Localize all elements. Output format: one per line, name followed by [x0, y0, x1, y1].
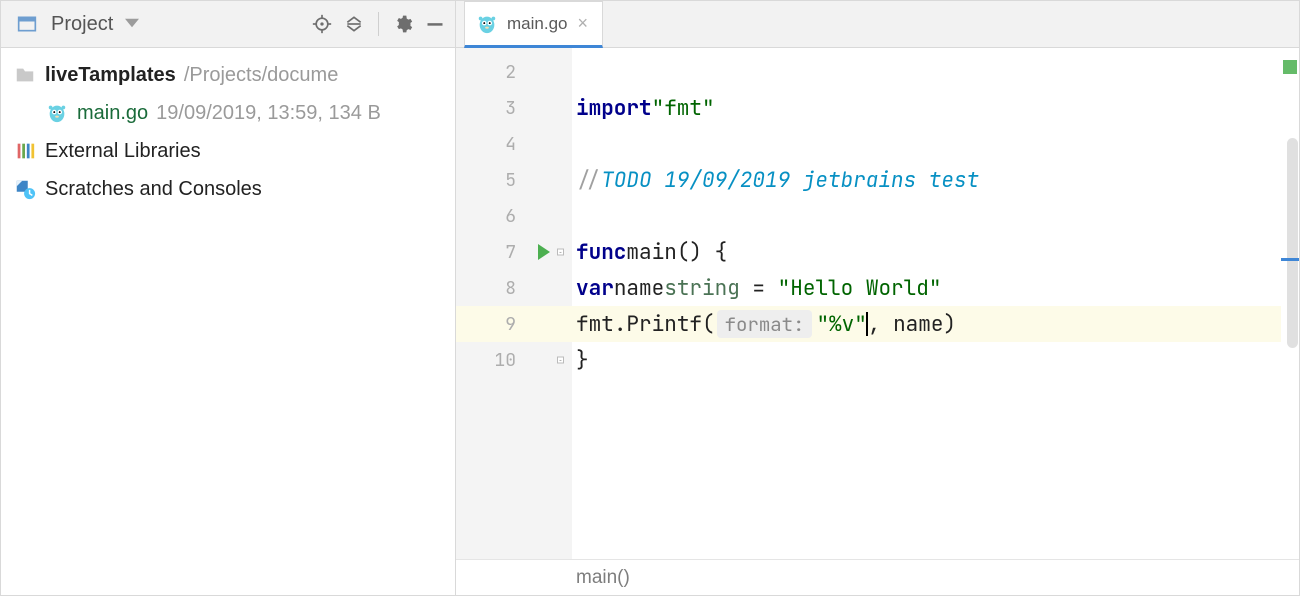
scratches-icon [13, 177, 37, 201]
file-row-main-go[interactable]: main.go 19/09/2019, 13:59, 134 B [1, 94, 455, 132]
toolbar-separator [378, 12, 379, 36]
app-root: Project liveTamp [0, 0, 1300, 596]
code-line: import "fmt" [572, 90, 1281, 126]
hide-panel-icon[interactable] [421, 10, 449, 38]
file-name: main.go [77, 94, 148, 132]
locate-icon[interactable] [308, 10, 336, 38]
gopher-icon [45, 101, 69, 125]
code-line: var name string = "Hello World" [572, 270, 1281, 306]
scratches-label: Scratches and Consoles [45, 170, 262, 208]
fold-toggle-icon[interactable]: - [557, 357, 564, 364]
project-panel: Project liveTamp [1, 1, 456, 595]
libraries-icon [13, 139, 37, 163]
editor-tab-bar: main.go × [456, 1, 1299, 48]
close-tab-icon[interactable]: × [575, 13, 590, 34]
gutter: 2 3 4 5 6 7 8 9 10 [456, 48, 572, 559]
project-root-name: liveTamplates [45, 56, 176, 94]
line-number: 6 [456, 198, 528, 234]
settings-gear-icon[interactable] [389, 10, 417, 38]
line-number: 10 [456, 342, 528, 378]
project-root-path: /Projects/docume [184, 56, 339, 94]
line-number: 2 [456, 54, 528, 90]
line-number: 3 [456, 90, 528, 126]
fold-toggle-icon[interactable]: - [557, 249, 564, 256]
file-meta: 19/09/2019, 13:59, 134 B [156, 94, 381, 132]
gopher-icon [475, 12, 499, 36]
code-line: } [572, 342, 1281, 378]
line-number: 4 [456, 126, 528, 162]
tab-label: main.go [507, 14, 567, 34]
code-line [572, 126, 1281, 162]
run-main-gutter-icon[interactable] [528, 234, 560, 270]
editor-panel: main.go × 2 3 4 5 6 7 8 9 10 [456, 1, 1299, 595]
tab-main-go[interactable]: main.go × [464, 1, 603, 48]
project-label[interactable]: Project [51, 13, 113, 36]
line-number: 7 [456, 234, 528, 270]
fold-gutter[interactable]: - - [560, 48, 572, 559]
run-gutter[interactable] [528, 48, 560, 559]
code-line [572, 54, 1281, 90]
project-toolbar: Project [1, 1, 455, 48]
parameter-hint: format: [717, 310, 813, 338]
collapse-all-icon[interactable] [340, 10, 368, 38]
project-tree[interactable]: liveTamplates /Projects/docume main.go 1… [1, 48, 455, 208]
code-line: //TODO 19/09/2019 jetbrains test [572, 162, 1281, 198]
code-area[interactable]: import "fmt" //TODO 19/09/2019 jetbrains… [572, 48, 1281, 559]
error-stripe[interactable] [1281, 48, 1299, 559]
folder-icon [13, 63, 37, 87]
code-line [572, 198, 1281, 234]
project-root-row[interactable]: liveTamplates /Projects/docume [1, 56, 455, 94]
external-libraries-label: External Libraries [45, 132, 201, 170]
breadcrumb-item[interactable]: main() [576, 567, 630, 589]
code-line-active: fmt.Printf(format: "%v", name) [572, 306, 1281, 342]
breadcrumb-bar[interactable]: main() [456, 559, 1299, 595]
editor-body: 2 3 4 5 6 7 8 9 10 [456, 48, 1299, 559]
code-line: func main() { [572, 234, 1281, 270]
line-number: 5 [456, 162, 528, 198]
line-number: 9 [456, 306, 528, 342]
scratches-row[interactable]: Scratches and Consoles [1, 170, 455, 208]
inspection-ok-marker[interactable] [1283, 60, 1297, 74]
vertical-scrollbar[interactable] [1287, 138, 1298, 348]
line-number: 8 [456, 270, 528, 306]
external-libraries-row[interactable]: External Libraries [1, 132, 455, 170]
project-tool-window-icon[interactable] [13, 10, 41, 38]
project-dropdown-icon[interactable] [125, 16, 139, 33]
caret-position-marker[interactable] [1281, 258, 1299, 261]
line-number-gutter[interactable]: 2 3 4 5 6 7 8 9 10 [456, 48, 528, 559]
